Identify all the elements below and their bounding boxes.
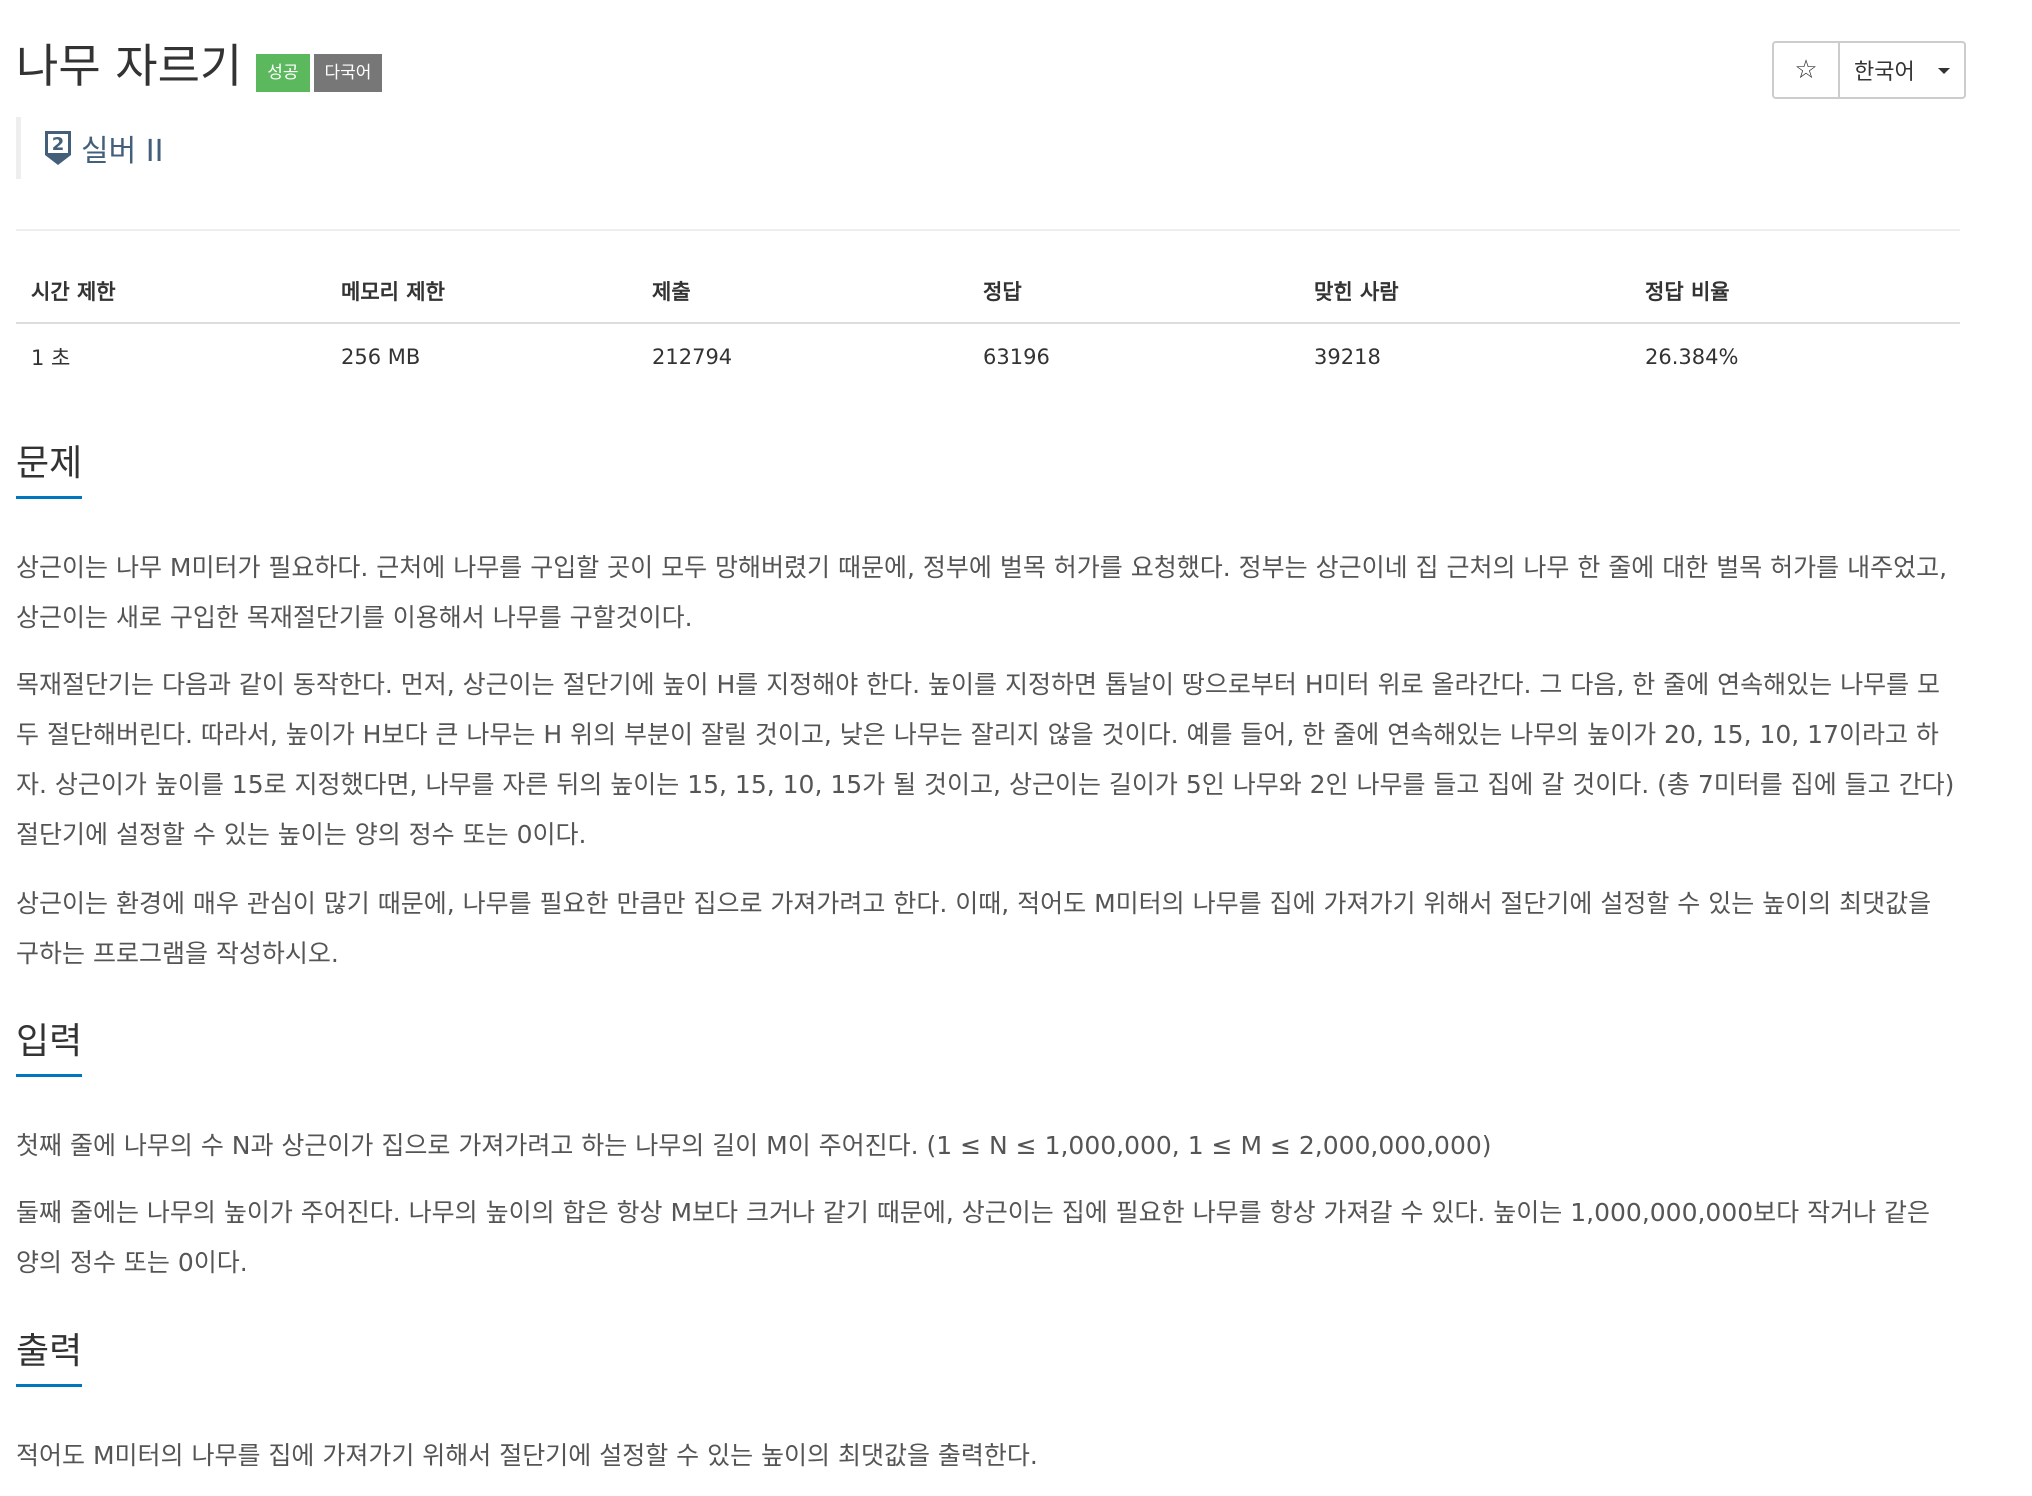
problem-section-header: 문제 [16, 438, 1960, 502]
divider [16, 229, 1960, 231]
accepted-header: 정답 [968, 270, 1299, 324]
problem-actions: ☆ 한국어 [1772, 41, 1966, 99]
problem-paragraph: 상근이는 나무 M미터가 필요하다. 근처에 나무를 구입할 곳이 모두 망해버… [16, 553, 1948, 632]
success-badge: 성공 [256, 54, 310, 92]
accepted-value: 63196 [983, 345, 1050, 369]
input-section-header: 입력 [16, 1016, 1960, 1080]
time-limit-header: 시간 제한 [16, 270, 326, 324]
multilang-badge: 다국어 [313, 54, 383, 92]
tier-level: 2 [52, 134, 65, 155]
accept-rate-value: 26.384% [1645, 345, 1739, 369]
caret-down-icon [1938, 68, 1950, 74]
tier-info: 2 실버 II [16, 117, 163, 179]
table-header-row: 시간 제한 메모리 제한 제출 정답 맞힌 사람 정답 비율 [16, 270, 1960, 324]
problem-page: 나무 자르기 성공 다국어 2 실버 II ☆ 한국어 시간 제한 메모리 제한… [0, 0, 2032, 1496]
submissions-value: 212794 [652, 345, 733, 369]
problem-title: 나무 자르기 [16, 39, 243, 93]
star-button[interactable]: ☆ [1774, 43, 1840, 97]
submissions-header: 제출 [637, 270, 968, 324]
memory-limit-header: 메모리 제한 [326, 270, 637, 324]
input-paragraph: 둘째 줄에는 나무의 높이가 주어진다. 나무의 높이의 합은 항상 M보다 크… [16, 1198, 1931, 1277]
section-title-input: 입력 [16, 1016, 83, 1077]
section-title-output: 출력 [16, 1326, 83, 1387]
memory-limit-value: 256 MB [341, 345, 421, 369]
silver-tier-icon: 2 [45, 131, 71, 165]
solvers-header: 맞힌 사람 [1299, 270, 1630, 324]
table-row: 1 초 256 MB 212794 63196 39218 26.384% [16, 323, 1960, 386]
tier-label: 실버 II [81, 134, 164, 169]
solvers-value: 39218 [1314, 345, 1381, 369]
problem-paragraph: 목재절단기는 다음과 같이 동작한다. 먼저, 상근이는 절단기에 높이 H를 … [16, 670, 1955, 849]
time-limit-value: 1 초 [31, 346, 71, 370]
accept-rate-header: 정답 비율 [1630, 270, 1960, 324]
output-paragraph: 적어도 M미터의 나무를 집에 가져가기 위해서 절단기에 설정할 수 있는 높… [16, 1441, 1038, 1470]
language-label: 한국어 [1854, 60, 1915, 85]
problem-paragraph: 상근이는 환경에 매우 관심이 많기 때문에, 나무를 필요한 만큼만 집으로 … [16, 889, 1932, 968]
title-row: 나무 자르기 성공 다국어 [16, 36, 383, 96]
language-dropdown[interactable]: 한국어 [1840, 43, 1964, 97]
problem-info-table: 시간 제한 메모리 제한 제출 정답 맞힌 사람 정답 비율 1 초 256 M… [16, 270, 1960, 386]
section-title-problem: 문제 [16, 438, 83, 499]
input-paragraph: 첫째 줄에 나무의 수 N과 상근이가 집으로 가져가려고 하는 나무의 길이 … [16, 1131, 1492, 1160]
output-section-header: 출력 [16, 1326, 1960, 1390]
